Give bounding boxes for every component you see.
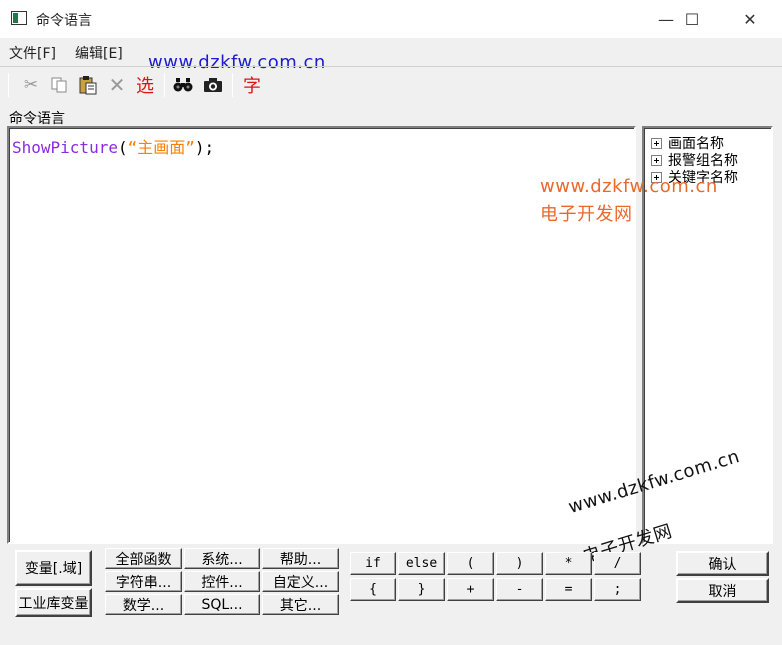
custom-button[interactable]: 自定义... bbox=[262, 571, 339, 592]
camera-icon[interactable] bbox=[202, 74, 224, 96]
op-minus-button[interactable]: - bbox=[496, 578, 543, 601]
toolbar-separator bbox=[164, 73, 165, 97]
math-button[interactable]: 数学... bbox=[105, 594, 182, 615]
help-button[interactable]: 帮助... bbox=[262, 548, 339, 569]
other-button[interactable]: 其它... bbox=[262, 594, 339, 615]
close-button[interactable]: ✕ bbox=[727, 0, 773, 38]
toolbar: ✂ ✕ 选 字 bbox=[0, 66, 782, 100]
expand-icon[interactable] bbox=[651, 137, 662, 149]
window-title: 命令语言 bbox=[36, 13, 92, 29]
code-function: ShowPicture bbox=[12, 138, 118, 157]
op-if-button[interactable]: if bbox=[350, 552, 396, 575]
op-open-paren-button[interactable]: ( bbox=[447, 552, 494, 575]
system-button[interactable]: 系统... bbox=[184, 548, 260, 569]
op-open-brace-button[interactable]: { bbox=[350, 578, 396, 601]
menu-bar: 文件[F] 编辑[E] bbox=[0, 38, 782, 64]
cancel-button[interactable]: 取消 bbox=[676, 578, 769, 603]
op-plus-button[interactable]: + bbox=[447, 578, 494, 601]
code-line: ShowPicture(“主画面”); bbox=[12, 134, 214, 158]
sql-button[interactable]: SQL... bbox=[184, 594, 260, 615]
ok-button[interactable]: 确认 bbox=[676, 551, 769, 576]
all-functions-button[interactable]: 全部函数 bbox=[105, 548, 182, 569]
scissors-icon[interactable]: ✂ bbox=[20, 74, 42, 96]
control-button[interactable]: 控件... bbox=[184, 571, 260, 592]
op-close-paren-button[interactable]: ) bbox=[496, 552, 543, 575]
paste-icon[interactable] bbox=[77, 74, 99, 96]
op-divide-button[interactable]: / bbox=[594, 552, 641, 575]
editor-label: 命令语言 bbox=[9, 111, 65, 127]
menu-edit[interactable]: 编辑[E] bbox=[75, 43, 123, 63]
toolbar-separator bbox=[232, 73, 233, 97]
font-icon[interactable]: 字 bbox=[241, 74, 263, 97]
delete-icon[interactable]: ✕ bbox=[106, 73, 128, 97]
string-button[interactable]: 字符串... bbox=[105, 571, 182, 592]
variable-button[interactable]: 变量[.域] bbox=[15, 550, 92, 586]
title-bar: 命令语言 — ☐ ✕ bbox=[0, 0, 782, 38]
op-multiply-button[interactable]: * bbox=[545, 552, 592, 575]
expand-icon[interactable] bbox=[651, 154, 662, 166]
copy-icon[interactable] bbox=[48, 74, 70, 96]
toolbar-separator bbox=[8, 73, 9, 97]
app-icon bbox=[11, 11, 27, 25]
maximize-button[interactable]: ☐ bbox=[669, 0, 715, 38]
menu-file[interactable]: 文件[F] bbox=[9, 43, 56, 63]
op-close-brace-button[interactable]: } bbox=[398, 578, 445, 601]
op-equals-button[interactable]: = bbox=[545, 578, 592, 601]
watermark-mid-cn: 电子开发网 bbox=[540, 204, 633, 225]
code-close: ); bbox=[194, 138, 215, 157]
binoculars-icon[interactable] bbox=[172, 74, 194, 96]
code-open-paren: ( bbox=[117, 138, 128, 157]
code-string: “主画面” bbox=[127, 138, 195, 157]
io-variable-button[interactable]: 工业库变量 bbox=[15, 588, 92, 617]
op-semicolon-button[interactable]: ; bbox=[594, 578, 641, 601]
watermark-mid-url: www.dzkfw.com.cn bbox=[540, 176, 718, 197]
op-else-button[interactable]: else bbox=[398, 552, 445, 575]
select-icon[interactable]: 选 bbox=[134, 74, 156, 97]
